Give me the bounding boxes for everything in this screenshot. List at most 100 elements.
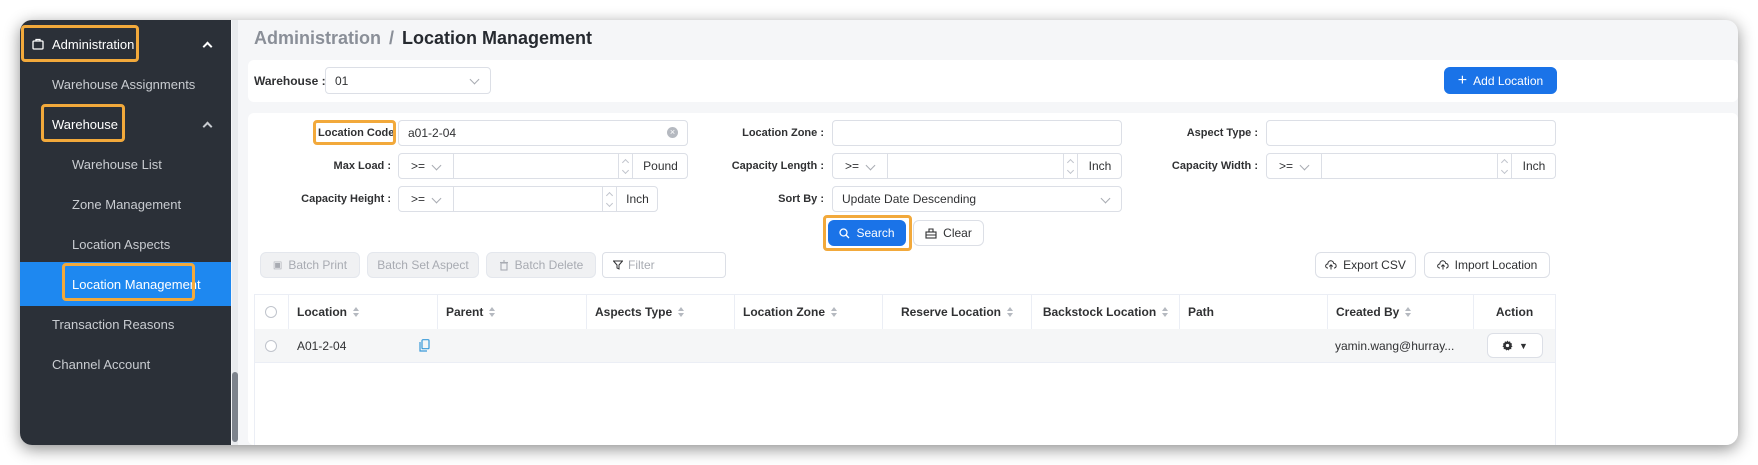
search-icon (839, 227, 850, 238)
sidebar-item-channel-account[interactable]: Channel Account (20, 342, 231, 386)
location-zone-input[interactable] (832, 120, 1122, 146)
caret-down-icon: ▼ (1519, 340, 1528, 351)
capacity-width-label: Capacity Width : (1171, 160, 1258, 172)
location-code-input[interactable]: a01-2-04 × (398, 120, 688, 146)
chevron-up-icon (202, 121, 213, 132)
capacity-height-operator[interactable]: >= (411, 187, 425, 211)
sidebar-label-warehouse: Warehouse (52, 116, 118, 132)
column-header-location-zone[interactable]: Location Zone (735, 295, 883, 329)
plus-icon: + (1457, 71, 1468, 89)
sort-icon[interactable] (831, 307, 837, 317)
aspect-type-input[interactable] (1266, 120, 1556, 146)
main-content: Administration / Location Management Wareh… (242, 20, 1738, 445)
row-select-radio[interactable] (265, 340, 277, 352)
table-row[interactable]: A01-2-04 yamin.wang@hurray... ▼ (255, 329, 1555, 363)
column-header-backstock-location[interactable]: Backstock Location (1032, 295, 1180, 329)
sort-icon[interactable] (1007, 307, 1014, 317)
capacity-length-operator[interactable]: >= (845, 154, 859, 178)
sidebar-label-administration: Administration (52, 36, 135, 52)
warehouse-select-value: 01 (335, 73, 349, 88)
sidebar-label-warehouse-list: Warehouse List (72, 156, 162, 172)
sort-icon[interactable] (1162, 307, 1169, 317)
import-location-button[interactable]: Import Location (1424, 252, 1550, 278)
sidebar-item-warehouse-list[interactable]: Warehouse List (20, 142, 231, 186)
chevron-down-icon (469, 74, 480, 85)
add-location-button[interactable]: + Add Location (1444, 67, 1557, 94)
sidebar-item-location-management[interactable]: Location Management (20, 262, 231, 306)
column-header-aspects-type[interactable]: Aspects Type (587, 295, 735, 329)
location-code-label: Location Code : (318, 127, 402, 139)
sort-by-value: Update Date Descending (842, 192, 977, 206)
sort-icon[interactable] (1405, 307, 1412, 317)
column-header-location[interactable]: Location (289, 295, 438, 329)
sidebar-item-location-aspects[interactable]: Location Aspects (20, 222, 231, 266)
divider (453, 187, 454, 211)
clear-label: Clear (943, 226, 972, 240)
capacity-height-field[interactable]: >= Inch (398, 186, 658, 212)
trash-icon (499, 259, 508, 271)
row-action-button[interactable]: ▼ (1487, 333, 1543, 358)
gear-icon (1502, 340, 1513, 351)
warehouse-label: Warehouse : (254, 74, 326, 88)
import-location-label: Import Location (1454, 258, 1538, 272)
filter-input[interactable]: Filter (602, 252, 726, 278)
stepper-icon[interactable] (602, 187, 617, 211)
breadcrumb-parent[interactable]: Administration (254, 28, 381, 48)
sidebar-item-transaction-reasons[interactable]: Transaction Reasons (20, 302, 231, 346)
add-location-label: Add Location (1473, 73, 1544, 88)
capacity-width-operator[interactable]: >= (1279, 154, 1293, 178)
divider (887, 154, 888, 178)
warehouse-select[interactable]: 01 (325, 67, 491, 94)
batch-set-aspect-label: Batch Set Aspect (377, 258, 469, 272)
sidebar-label-transaction-reasons: Transaction Reasons (52, 316, 175, 332)
export-csv-label: Export CSV (1343, 258, 1406, 272)
sidebar: Administration Warehouse Assignments War… (20, 20, 231, 445)
clear-button[interactable]: Clear (913, 220, 984, 246)
capacity-width-unit: Inch (1511, 154, 1556, 178)
search-label: Search (856, 226, 895, 240)
sidebar-item-administration[interactable]: Administration (20, 22, 231, 66)
batch-print-button[interactable]: ▣ Batch Print (260, 252, 360, 278)
export-csv-button[interactable]: Export CSV (1315, 252, 1416, 278)
print-icon: ▣ (272, 259, 283, 271)
batch-delete-button[interactable]: Batch Delete (486, 252, 596, 278)
table-header: Location Parent Aspects Type Location Zo… (255, 295, 1555, 330)
sidebar-item-zone-management[interactable]: Zone Management (20, 182, 231, 226)
sidebar-scroll-thumb[interactable] (232, 372, 238, 442)
sidebar-item-warehouse[interactable]: Warehouse (20, 102, 231, 146)
max-load-operator[interactable]: >= (411, 154, 425, 178)
sidebar-item-warehouse-assignments[interactable]: Warehouse Assignments (20, 62, 231, 106)
divider (1321, 154, 1322, 178)
stepper-icon[interactable] (1063, 154, 1078, 178)
chevron-down-icon (431, 193, 442, 204)
clear-input-icon[interactable]: × (667, 127, 678, 138)
column-header-reserve-location[interactable]: Reserve Location (883, 295, 1032, 329)
capacity-width-field[interactable]: >= Inch (1266, 153, 1556, 179)
cell-location: A01-2-04 (297, 339, 347, 353)
divider (453, 154, 454, 178)
batch-set-aspect-button[interactable]: Batch Set Aspect (367, 252, 479, 278)
sort-icon[interactable] (678, 307, 685, 317)
stepper-icon[interactable] (618, 154, 633, 178)
chevron-down-icon (1299, 160, 1310, 171)
max-load-field[interactable]: >= Pound (398, 153, 688, 179)
batch-delete-label: Batch Delete (514, 258, 584, 272)
sort-icon[interactable] (489, 307, 496, 317)
column-header-created-by[interactable]: Created By (1328, 295, 1474, 329)
column-header-parent[interactable]: Parent (438, 295, 587, 329)
cell-created-by: yamin.wang@hurray... (1335, 339, 1455, 353)
search-button[interactable]: Search (828, 220, 906, 246)
capacity-length-field[interactable]: >= Inch (832, 153, 1122, 179)
aspect-type-label: Aspect Type : (1186, 127, 1258, 139)
column-header-path: Path (1180, 295, 1328, 329)
stepper-icon[interactable] (1497, 154, 1512, 178)
eraser-icon (925, 227, 937, 239)
capacity-length-label: Capacity Length : (731, 160, 824, 172)
sort-icon[interactable] (353, 307, 359, 317)
app-window: Administration Warehouse Assignments War… (20, 20, 1738, 445)
select-all-radio[interactable] (265, 306, 277, 318)
copy-icon[interactable] (419, 339, 430, 352)
sort-by-select[interactable]: Update Date Descending (832, 186, 1122, 212)
chevron-up-icon (202, 41, 213, 52)
filter-and-results-card: Location Code : a01-2-04 × Location Zone… (248, 113, 1738, 445)
